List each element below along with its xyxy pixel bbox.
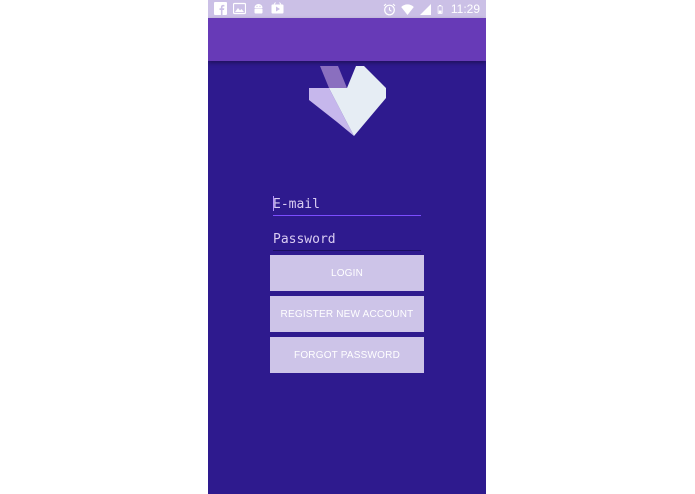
login-button[interactable]: LOGIN	[270, 255, 424, 291]
android-icon	[254, 4, 263, 14]
status-bar: 11:29	[208, 0, 486, 18]
forgot-password-button[interactable]: FORGOT PASSWORD	[270, 337, 424, 373]
alarm-icon	[383, 3, 396, 15]
password-field[interactable]	[273, 228, 421, 251]
media-icon	[271, 2, 284, 14]
status-bar-system: 11:29	[383, 1, 480, 17]
password-input[interactable]	[273, 228, 421, 250]
email-field[interactable]	[273, 193, 421, 216]
image-icon	[233, 2, 246, 15]
wifi-icon	[401, 3, 414, 15]
email-input[interactable]	[273, 193, 421, 215]
register-new-account-button[interactable]: REGISTER NEW ACCOUNT	[270, 296, 424, 332]
status-bar-notifications	[214, 2, 284, 15]
battery-icon	[437, 4, 443, 14]
phone-screen: 11:29 LOGIN REGISTER NEW ACCOUNT FORGOT …	[208, 0, 486, 494]
status-bar-time: 11:29	[450, 2, 480, 16]
app-bar	[208, 18, 486, 61]
text-cursor	[273, 196, 274, 211]
facebook-icon	[214, 2, 227, 15]
app-logo	[309, 66, 386, 136]
signal-icon	[419, 3, 431, 15]
